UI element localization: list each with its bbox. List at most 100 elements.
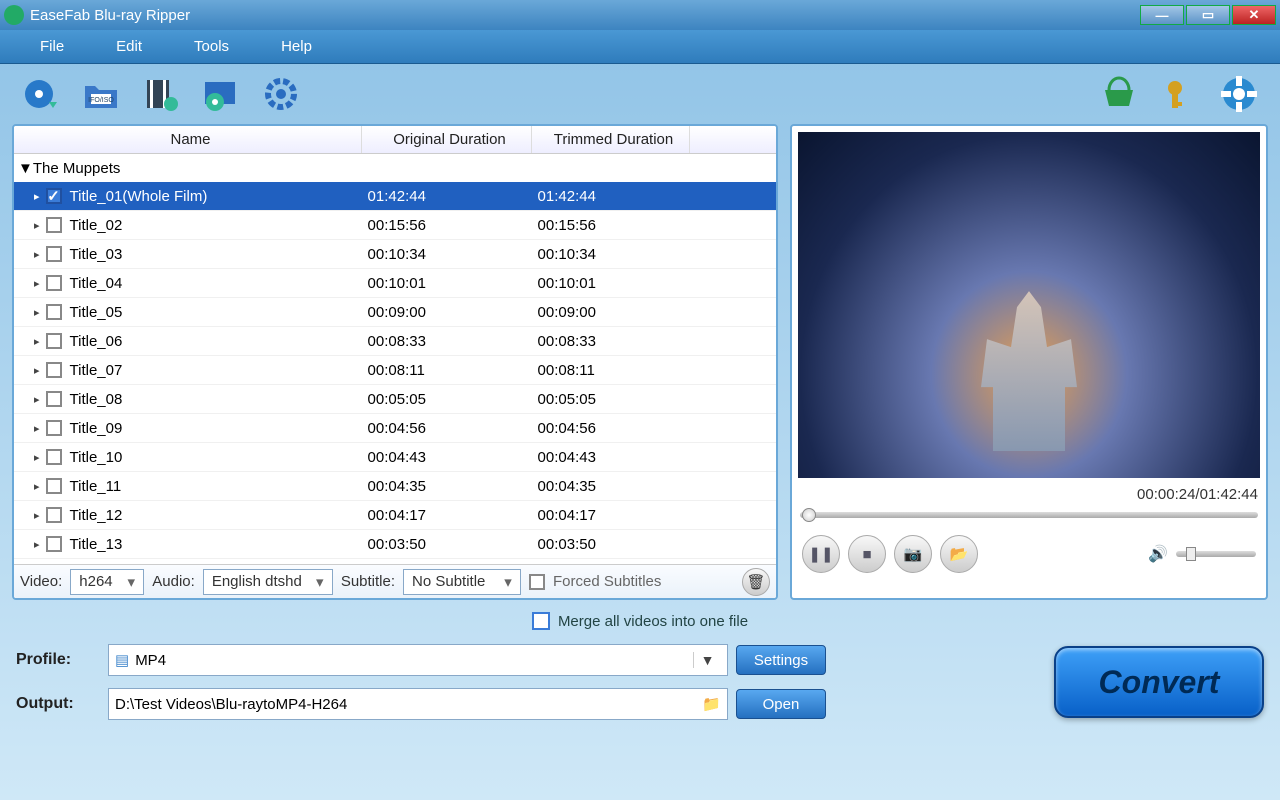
close-button[interactable]: ✕ <box>1232 5 1276 25</box>
preview-video[interactable] <box>798 132 1260 478</box>
title-row[interactable]: ▸Title_0600:08:3300:08:33 <box>14 327 776 356</box>
merge-checkbox[interactable] <box>532 612 550 630</box>
title-checkbox[interactable] <box>46 246 62 262</box>
title-row[interactable]: ▸Title_0800:05:0500:05:05 <box>14 385 776 414</box>
expand-icon[interactable]: ▸ <box>34 335 40 348</box>
purchase-button[interactable] <box>1096 71 1142 117</box>
expand-icon[interactable]: ▸ <box>34 509 40 522</box>
settings-profile-button[interactable]: Settings <box>736 645 826 675</box>
chevron-down-icon[interactable]: ▼ <box>693 652 721 668</box>
expand-icon[interactable]: ▸ <box>34 248 40 261</box>
title-row[interactable]: ▸Title_1100:04:3500:04:35 <box>14 472 776 501</box>
subtitle-select[interactable]: No Subtitle▾ <box>403 569 521 595</box>
expand-icon[interactable]: ▸ <box>34 451 40 464</box>
header-name[interactable]: Name <box>14 126 362 153</box>
help-button[interactable] <box>1216 71 1262 117</box>
mp4-icon: ▤ <box>115 651 129 669</box>
profile-select[interactable]: ▤ MP4 ▼ <box>108 644 728 676</box>
expand-icon[interactable]: ▸ <box>34 190 40 203</box>
title-row[interactable]: ▸Title_1000:04:4300:04:43 <box>14 443 776 472</box>
maximize-button[interactable]: ▭ <box>1186 5 1230 25</box>
seek-bar[interactable] <box>800 509 1258 521</box>
edit-video-button[interactable] <box>138 71 184 117</box>
title-original-duration: 00:05:05 <box>368 391 538 408</box>
title-list[interactable]: ▼ The Muppets ▸✓Title_01(Whole Film)01:4… <box>14 154 776 564</box>
profile-label: Profile: <box>16 651 100 669</box>
open-folder-button[interactable]: 📂 <box>940 535 978 573</box>
volume-thumb[interactable] <box>1186 547 1196 561</box>
register-button[interactable] <box>1156 71 1202 117</box>
title-checkbox[interactable] <box>46 275 62 291</box>
title-name: Title_05 <box>70 304 368 321</box>
title-checkbox[interactable] <box>46 449 62 465</box>
menu-tools[interactable]: Tools <box>168 38 255 55</box>
title-row[interactable]: ▸Title_0400:10:0100:10:01 <box>14 269 776 298</box>
pause-button[interactable]: ❚❚ <box>802 535 840 573</box>
load-ifo-button[interactable]: IFO/ISO <box>78 71 124 117</box>
expand-icon[interactable]: ▸ <box>34 422 40 435</box>
seek-thumb[interactable] <box>802 508 816 522</box>
merge-row: Merge all videos into one file <box>0 600 1280 636</box>
menu-file[interactable]: File <box>14 38 90 55</box>
title-checkbox[interactable] <box>46 420 62 436</box>
expand-icon[interactable]: ▸ <box>34 277 40 290</box>
title-checkbox[interactable] <box>46 507 62 523</box>
title-row[interactable]: ▸✓Title_01(Whole Film)01:42:4401:42:44 <box>14 182 776 211</box>
video-select[interactable]: h264▾ <box>70 569 144 595</box>
expand-icon[interactable]: ▸ <box>34 480 40 493</box>
title-row[interactable]: ▸Title_0200:15:5600:15:56 <box>14 211 776 240</box>
open-output-button[interactable]: Open <box>736 689 826 719</box>
title-original-duration: 01:42:44 <box>368 188 538 205</box>
title-name: Title_08 <box>70 391 368 408</box>
title-row[interactable]: ▸Title_0300:10:3400:10:34 <box>14 240 776 269</box>
title-original-duration: 00:10:34 <box>368 246 538 263</box>
expand-icon[interactable]: ▸ <box>34 306 40 319</box>
title-checkbox[interactable] <box>46 536 62 552</box>
menu-edit[interactable]: Edit <box>90 38 168 55</box>
title-trimmed-duration: 00:09:00 <box>538 304 696 321</box>
minimize-button[interactable]: — <box>1140 5 1184 25</box>
convert-button[interactable]: Convert <box>1054 646 1264 718</box>
expand-icon[interactable]: ▸ <box>34 219 40 232</box>
title-name: Title_12 <box>70 507 368 524</box>
chevron-down-icon: ▾ <box>312 573 328 591</box>
title-original-duration: 00:10:01 <box>368 275 538 292</box>
title-checkbox[interactable] <box>46 333 62 349</box>
folder-icon[interactable]: 📁 <box>702 695 721 713</box>
snapshot-button[interactable]: 📷 <box>894 535 932 573</box>
title-name: Title_13 <box>70 536 368 553</box>
title-checkbox[interactable] <box>46 391 62 407</box>
speaker-icon[interactable]: 🔊 <box>1148 544 1168 564</box>
title-row[interactable]: ▸Title_1200:04:1700:04:17 <box>14 501 776 530</box>
forced-subtitles-checkbox[interactable] <box>529 574 545 590</box>
title-checkbox[interactable] <box>46 362 62 378</box>
disc-row[interactable]: ▼ The Muppets <box>14 154 776 182</box>
expand-icon[interactable]: ▸ <box>34 538 40 551</box>
audio-select[interactable]: English dtshd▾ <box>203 569 333 595</box>
title-checkbox[interactable]: ✓ <box>46 188 62 204</box>
title-name: Title_10 <box>70 449 368 466</box>
expand-icon[interactable]: ▸ <box>34 364 40 377</box>
delete-button[interactable]: 🗑 <box>742 568 770 596</box>
disc-info-button[interactable] <box>198 71 244 117</box>
title-original-duration: 00:04:35 <box>368 478 538 495</box>
volume-slider[interactable] <box>1176 551 1256 557</box>
load-disc-button[interactable] <box>18 71 64 117</box>
expand-icon[interactable]: ▼ <box>18 160 33 177</box>
title-row[interactable]: ▸Title_0900:04:5600:04:56 <box>14 414 776 443</box>
header-original-duration[interactable]: Original Duration <box>362 126 532 153</box>
stop-button[interactable]: ■ <box>848 535 886 573</box>
expand-icon[interactable]: ▸ <box>34 393 40 406</box>
title-checkbox[interactable] <box>46 304 62 320</box>
title-checkbox[interactable] <box>46 217 62 233</box>
title-row[interactable]: ▸Title_0500:09:0000:09:00 <box>14 298 776 327</box>
menu-help[interactable]: Help <box>255 38 338 55</box>
title-trimmed-duration: 00:08:11 <box>538 362 696 379</box>
title-checkbox[interactable] <box>46 478 62 494</box>
title-row[interactable]: ▸Title_0700:08:1100:08:11 <box>14 356 776 385</box>
title-row[interactable]: ▸Title_1300:03:5000:03:50 <box>14 530 776 559</box>
title-trimmed-duration: 01:42:44 <box>538 188 696 205</box>
settings-button[interactable] <box>258 71 304 117</box>
output-path-field[interactable]: D:\Test Videos\Blu-raytoMP4-H264 📁 <box>108 688 728 720</box>
header-trimmed-duration[interactable]: Trimmed Duration <box>532 126 690 153</box>
